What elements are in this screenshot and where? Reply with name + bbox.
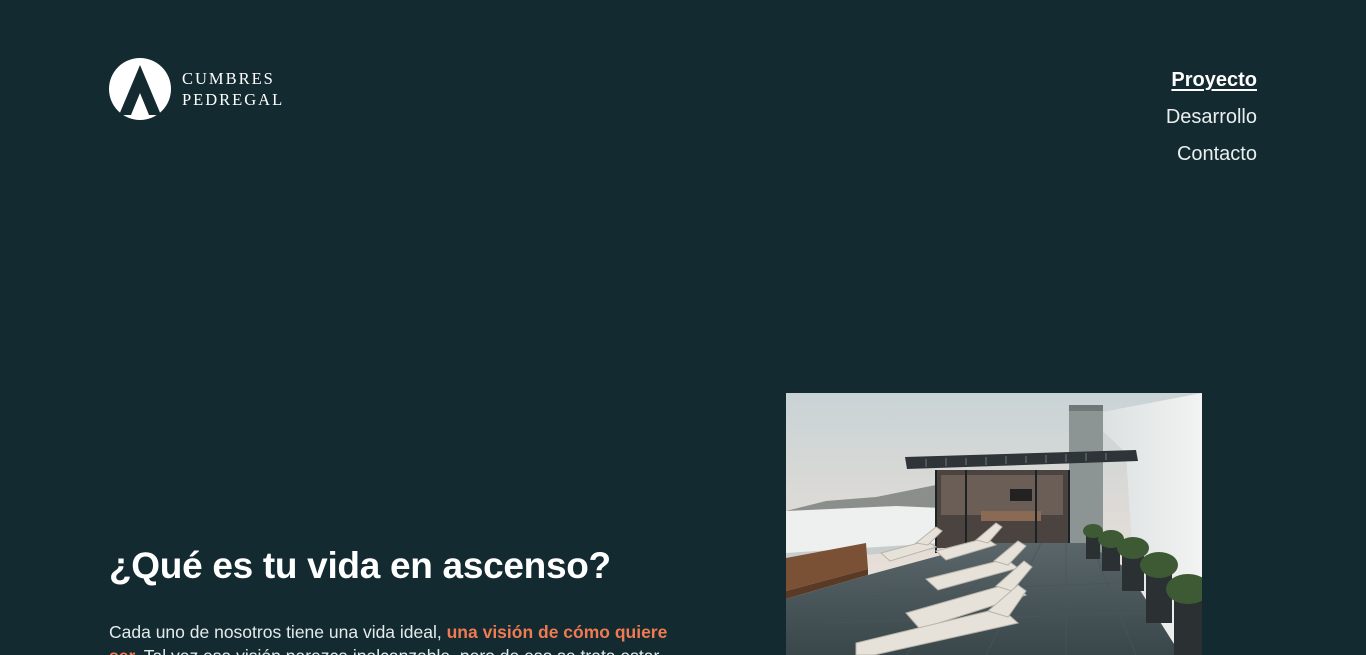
nav-item-contacto[interactable]: Contacto [1166, 136, 1257, 173]
nav-item-desarrollo[interactable]: Desarrollo [1166, 99, 1257, 136]
mountain-peak-logo-icon [109, 58, 171, 120]
intro-paragraph: Cada uno de nosotros tiene una vida idea… [109, 620, 679, 655]
section-title: ¿Qué es tu vida en ascenso? [109, 545, 611, 586]
rooftop-terrace-image [786, 393, 1202, 655]
brand-name-line1: CUMBRES [182, 69, 275, 88]
nav-item-proyecto[interactable]: Proyecto [1166, 62, 1257, 99]
rooftop-terrace-illustration [786, 393, 1202, 655]
intro-text-end: Tal vez esa visión parezca inalcanzable,… [139, 646, 660, 655]
main-nav: Proyecto Desarrollo Contacto [1166, 62, 1257, 173]
intro-text-start: Cada uno de nosotros tiene una vida idea… [109, 622, 447, 642]
brand-name-line2: PEDREGAL [182, 90, 285, 109]
brand-name: CUMBRES PEDREGAL [182, 68, 284, 110]
brand-logo[interactable]: CUMBRES PEDREGAL [108, 57, 284, 121]
